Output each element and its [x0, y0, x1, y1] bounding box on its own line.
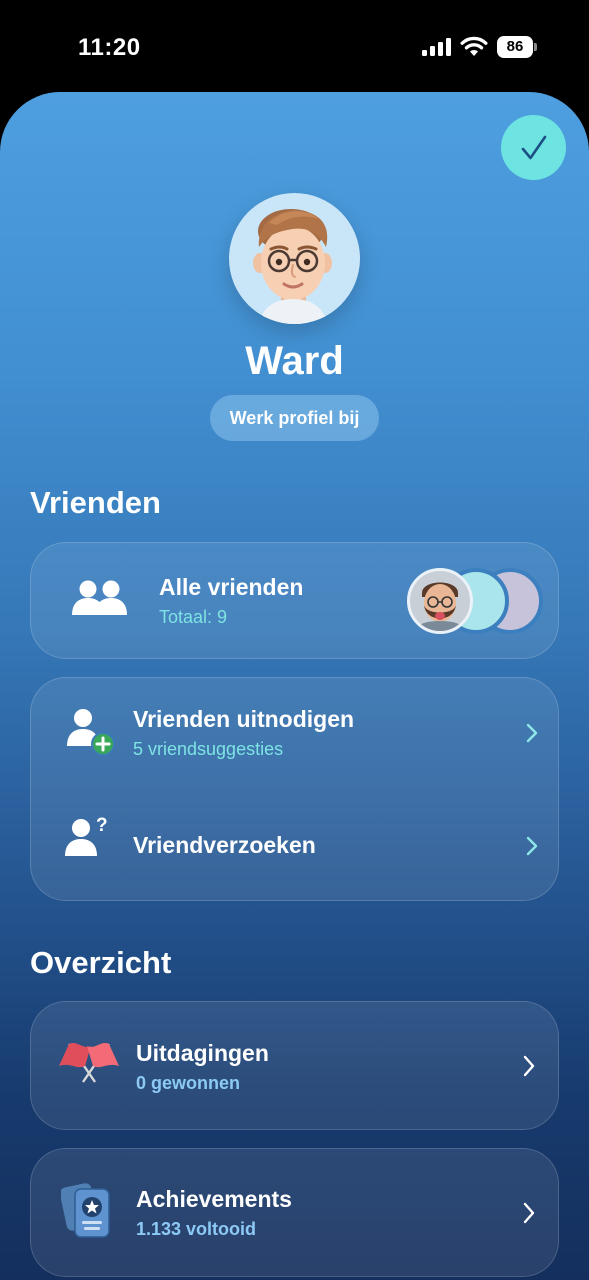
overview-section-title: Overzicht [30, 945, 172, 980]
svg-text:?: ? [96, 815, 108, 836]
invite-friends-row[interactable]: Vrienden uitnodigen 5 vriendsuggesties [31, 678, 557, 790]
battery-level: 86 [497, 36, 533, 58]
all-friends-card[interactable]: Alle vrienden Totaal: 9 [30, 542, 559, 659]
profile-avatar[interactable] [229, 193, 360, 324]
chevron-right-icon [526, 836, 538, 856]
status-bar: 11:20 86 [0, 0, 589, 92]
friend-avatar-stack [407, 568, 543, 634]
achievement-cards-icon [61, 1183, 110, 1238]
friends-section-title: Vrienden [30, 485, 161, 520]
challenges-card[interactable]: Uitdagingen 0 gewonnen [30, 1001, 559, 1130]
memoji-friend-icon [414, 582, 466, 631]
challenges-title: Uitdagingen [136, 1040, 269, 1066]
chevron-right-icon [523, 1202, 535, 1224]
memoji-avatar-icon [253, 209, 332, 324]
chevron-right-icon [526, 723, 538, 743]
friend-suggestions-count: 5 vriendsuggesties [133, 739, 284, 759]
all-friends-count: Totaal: 9 [159, 607, 228, 627]
achievements-title: Achievements [136, 1186, 292, 1212]
friends-actions-card: Vrienden uitnodigen 5 vriendsuggesties ?… [30, 677, 559, 901]
checkmark-icon [521, 135, 546, 159]
friend-avatar [407, 568, 473, 634]
cellular-signal-icon [422, 38, 451, 56]
status-time: 11:20 [78, 34, 141, 61]
friend-requests-row[interactable]: ? Vriendverzoeken [31, 790, 557, 900]
achievements-card[interactable]: Achievements 1.133 voltooid [30, 1148, 559, 1277]
friend-request-icon: ? [65, 815, 108, 856]
profile-sheet: Ward Werk profiel bij Vrienden Alle vrie… [0, 92, 589, 1280]
battery-indicator: 86 [497, 36, 537, 58]
edit-profile-button[interactable]: Werk profiel bij [210, 395, 379, 441]
wifi-icon [460, 36, 488, 56]
done-button[interactable] [501, 115, 566, 180]
chevron-right-icon [523, 1055, 535, 1077]
friend-requests-title: Vriendverzoeken [133, 832, 316, 858]
friends-group-icon [72, 580, 127, 615]
invite-friends-title: Vrienden uitnodigen [133, 706, 355, 732]
all-friends-title: Alle vrienden [159, 574, 304, 600]
crossed-flags-icon [59, 1043, 119, 1083]
profile-name: Ward [245, 339, 344, 383]
add-friend-icon [67, 709, 115, 756]
achievements-completed-count: 1.133 voltooid [136, 1219, 257, 1239]
challenges-won-count: 0 gewonnen [136, 1073, 241, 1093]
